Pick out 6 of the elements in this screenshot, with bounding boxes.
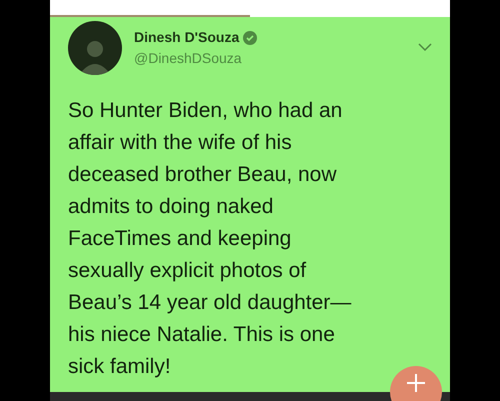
chevron-down-icon[interactable] bbox=[418, 43, 432, 52]
tweet-text: So Hunter Biden, who had an affair with the wife of his deceased brother Beau, now admits to doing naked FaceTimes and keeping sexually explicit photos of Beau’s 14 year old daughter— his niece Natalie. This is one sick family! bbox=[67, 98, 352, 380]
plus-icon bbox=[407, 374, 425, 392]
author-handle: @DineshDSouza bbox=[134, 49, 243, 68]
author-name: Dinesh D'Souza bbox=[134, 28, 240, 47]
avatar bbox=[68, 21, 122, 75]
